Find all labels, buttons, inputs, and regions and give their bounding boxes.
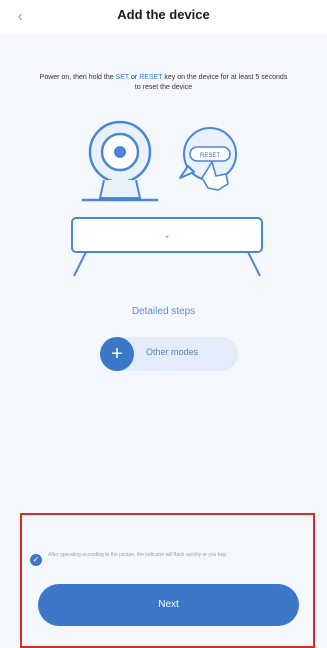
reset-key-label: RESET [139, 74, 163, 81]
page-title: Add the device [117, 7, 210, 22]
confirm-panel [20, 513, 315, 648]
next-button[interactable]: Next [38, 584, 299, 626]
reset-button-text: RESET [200, 153, 220, 159]
checkbox-checked-icon[interactable]: ✓ [30, 554, 42, 566]
reset-illustration: RESET + [71, 120, 263, 277]
top-bar: ‹ Add the device [0, 0, 327, 34]
other-modes-label[interactable]: Other modes [146, 347, 198, 357]
plus-icon[interactable]: + [100, 337, 134, 371]
reset-instruction: Power on, then hold the SET or RESET key… [39, 74, 288, 91]
detailed-steps-link[interactable]: Detailed steps [0, 306, 327, 317]
svg-text:+: + [165, 234, 169, 241]
confirm-text[interactable]: After operating according to the picture… [48, 552, 293, 559]
set-key-label: SET [115, 74, 130, 81]
